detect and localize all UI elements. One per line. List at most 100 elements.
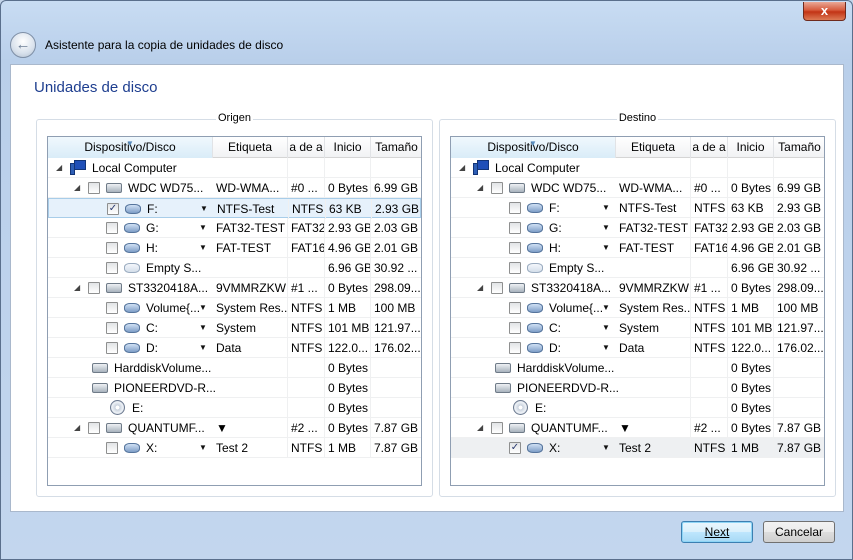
dropdown-arrow-icon[interactable]: ▼: [199, 218, 207, 238]
sort-arrow-icon: ▼: [126, 139, 134, 148]
row-checkbox[interactable]: [509, 202, 521, 214]
table-row[interactable]: ◢ QUANTUMF... ▼ #2 ... 0 Bytes 7.87 GB: [451, 418, 824, 438]
table-row[interactable]: Volume{... ▼ System Res... NTFS 1 MB 100 MB: [48, 298, 421, 318]
row-checkbox[interactable]: [88, 282, 100, 294]
row-checkbox[interactable]: [106, 262, 118, 274]
row-checkbox[interactable]: ✓: [107, 203, 119, 215]
expander-icon[interactable]: ◢: [477, 178, 487, 198]
row-checkbox[interactable]: [491, 422, 503, 434]
table-row[interactable]: PIONEERDVD-R... 0 Bytes: [451, 378, 824, 398]
dropdown-arrow-icon[interactable]: ▼: [602, 218, 610, 238]
column-header[interactable]: a de a: [691, 137, 728, 158]
table-row[interactable]: F: ▼ NTFS-Test NTFS 63 KB 2.93 GB: [451, 198, 824, 218]
close-button[interactable]: x: [803, 2, 846, 21]
table-row[interactable]: D: ▼ Data NTFS 122.0... 176.02...: [451, 338, 824, 358]
dropdown-arrow-icon[interactable]: ▼: [602, 238, 610, 258]
row-checkbox[interactable]: [106, 342, 118, 354]
row-checkbox[interactable]: [88, 182, 100, 194]
row-checkbox[interactable]: [509, 302, 521, 314]
row-checkbox[interactable]: ✓: [509, 442, 521, 454]
expander-icon[interactable]: ◢: [74, 178, 84, 198]
table-row[interactable]: X: ▼ Test 2 NTFS 1 MB 7.87 GB: [48, 438, 421, 458]
device-name: G:: [146, 221, 159, 235]
destination-tree-table[interactable]: Dispositivo/Disco ▼ Etiqueta a de a Inicio Ta…: [450, 136, 825, 486]
table-row[interactable]: H: ▼ FAT-TEST FAT16 4.96 GB 2.01 GB: [451, 238, 824, 258]
table-row[interactable]: ✓ F: ▼ NTFS-Test NTFS 63 KB 2.93 GB: [48, 198, 421, 219]
row-checkbox[interactable]: [509, 322, 521, 334]
table-row[interactable]: ◢ Local Computer: [451, 158, 824, 178]
table-row[interactable]: HarddiskVolume... 0 Bytes: [48, 358, 421, 378]
dropdown-arrow-icon[interactable]: ▼: [602, 338, 610, 358]
row-checkbox[interactable]: [491, 182, 503, 194]
row-checkbox[interactable]: [106, 322, 118, 334]
dropdown-arrow-icon[interactable]: ▼: [199, 438, 207, 458]
table-row[interactable]: ✓ X: ▼ Test 2 NTFS 1 MB 7.87 GB: [451, 438, 824, 458]
column-header[interactable]: Etiqueta: [616, 137, 691, 158]
table-row[interactable]: C: ▼ System NTFS 101 MB 121.97...: [48, 318, 421, 338]
table-row[interactable]: H: ▼ FAT-TEST FAT16 4.96 GB 2.01 GB: [48, 238, 421, 258]
table-row[interactable]: Volume{... ▼ System Res... NTFS 1 MB 100 MB: [451, 298, 824, 318]
dropdown-arrow-icon[interactable]: ▼: [602, 438, 610, 458]
dropdown-arrow-icon[interactable]: ▼: [200, 199, 208, 219]
table-row[interactable]: Empty S... 6.96 GB 30.92 ...: [451, 258, 824, 278]
table-row[interactable]: C: ▼ System NTFS 101 MB 121.97...: [451, 318, 824, 338]
column-header[interactable]: Inicio: [325, 137, 371, 158]
table-row[interactable]: ◢ QUANTUMF... ▼ #2 ... 0 Bytes 7.87 GB: [48, 418, 421, 438]
start-cell: 1 MB: [728, 298, 774, 318]
back-arrow-icon[interactable]: ←: [10, 32, 36, 58]
column-header-label: Etiqueta: [630, 140, 676, 154]
table-row[interactable]: ◢ WDC WD75... WD-WMA... #0 ... 0 Bytes 6.99 G…: [451, 178, 824, 198]
column-header[interactable]: Tamaño: [774, 137, 824, 158]
column-header[interactable]: a de a: [288, 137, 325, 158]
table-row[interactable]: ◢ WDC WD75... WD-WMA... #0 ... 0 Bytes 6.99 G…: [48, 178, 421, 198]
expander-icon[interactable]: ◢: [74, 418, 84, 438]
table-row[interactable]: Empty S... 6.96 GB 30.92 ...: [48, 258, 421, 278]
dropdown-arrow-icon[interactable]: ▼: [199, 298, 207, 318]
row-checkbox[interactable]: [509, 222, 521, 234]
table-row[interactable]: ◢ ST3320418A... 9VMMRZKW #1 ... 0 Bytes 298.0…: [48, 278, 421, 298]
row-checkbox[interactable]: [509, 262, 521, 274]
start-cell: 6.96 GB: [728, 258, 774, 278]
next-button[interactable]: Next: [681, 521, 753, 543]
dropdown-arrow-icon[interactable]: ▼: [199, 338, 207, 358]
table-row[interactable]: HarddiskVolume... 0 Bytes: [451, 358, 824, 378]
table-row[interactable]: G: ▼ FAT32-TEST FAT32 2.93 GB 2.03 GB: [48, 218, 421, 238]
device-name: PIONEERDVD-R...: [114, 381, 217, 395]
expander-icon[interactable]: ◢: [74, 278, 84, 298]
table-row[interactable]: E: 0 Bytes: [48, 398, 421, 418]
dropdown-arrow-icon[interactable]: ▼: [602, 318, 610, 338]
device-name: PIONEERDVD-R...: [517, 381, 620, 395]
dropdown-arrow-icon[interactable]: ▼: [199, 318, 207, 338]
row-checkbox[interactable]: [88, 422, 100, 434]
expander-icon[interactable]: ◢: [477, 418, 487, 438]
row-checkbox[interactable]: [106, 242, 118, 254]
table-row[interactable]: ◢ ST3320418A... 9VMMRZKW #1 ... 0 Bytes 298.0…: [451, 278, 824, 298]
row-checkbox[interactable]: [509, 342, 521, 354]
table-row[interactable]: D: ▼ Data NTFS 122.0... 176.02...: [48, 338, 421, 358]
optical-drive-icon: [110, 400, 125, 415]
table-row[interactable]: E: 0 Bytes: [451, 398, 824, 418]
column-header[interactable]: Dispositivo/Disco ▼: [451, 137, 616, 158]
row-checkbox[interactable]: [106, 442, 118, 454]
expander-icon[interactable]: ◢: [56, 158, 66, 178]
row-checkbox[interactable]: [106, 302, 118, 314]
column-header[interactable]: Dispositivo/Disco ▼: [48, 137, 213, 158]
column-header[interactable]: Inicio: [728, 137, 774, 158]
device-name: QUANTUMF...: [531, 421, 608, 435]
expander-icon[interactable]: ◢: [477, 278, 487, 298]
table-row[interactable]: PIONEERDVD-R... 0 Bytes: [48, 378, 421, 398]
table-row[interactable]: ◢ Local Computer: [48, 158, 421, 178]
table-row[interactable]: G: ▼ FAT32-TEST FAT32 2.93 GB 2.03 GB: [451, 218, 824, 238]
dropdown-arrow-icon[interactable]: ▼: [602, 198, 610, 218]
row-checkbox[interactable]: [509, 242, 521, 254]
start-cell: 63 KB: [326, 199, 372, 219]
column-header[interactable]: Etiqueta: [213, 137, 288, 158]
column-header[interactable]: Tamaño: [371, 137, 421, 158]
dropdown-arrow-icon[interactable]: ▼: [602, 298, 610, 318]
row-checkbox[interactable]: [106, 222, 118, 234]
source-tree-table[interactable]: Dispositivo/Disco ▼ Etiqueta a de a Inicio Ta…: [47, 136, 422, 486]
row-checkbox[interactable]: [491, 282, 503, 294]
dropdown-arrow-icon[interactable]: ▼: [199, 238, 207, 258]
expander-icon[interactable]: ◢: [459, 158, 469, 178]
cancel-button[interactable]: Cancelar: [763, 521, 835, 543]
